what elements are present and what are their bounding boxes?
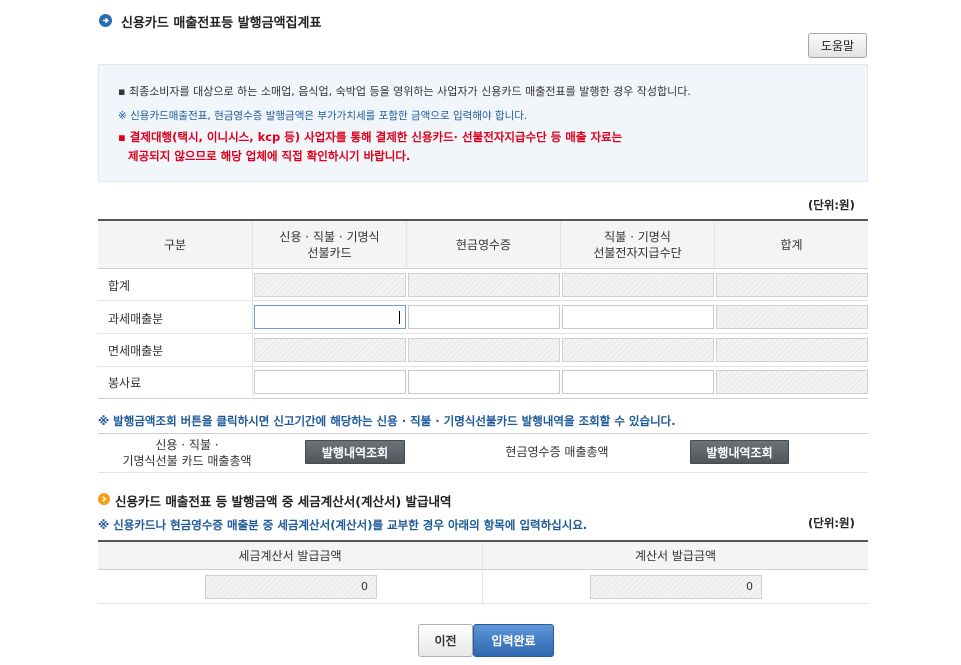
header-prepaid: 직불 · 기명식 선불전자지급수단 — [561, 221, 714, 268]
notice-line-1: ▪ 최종소비자를 대상으로 하는 소매업, 음식업, 숙박업 등을 영위하는 사… — [118, 85, 691, 98]
taxable-total-field — [716, 305, 868, 329]
row-label-service-charge: 봉사료 — [108, 376, 142, 390]
table-header-border — [98, 268, 868, 269]
header-cash-receipt: 현금영수증 — [407, 221, 560, 268]
total-credit-field — [254, 273, 406, 297]
row-divider — [98, 366, 868, 367]
lookup-top-border — [98, 433, 868, 434]
header-total-label: 합계 — [780, 237, 803, 252]
tax-invoice-amount-field: 0 — [205, 575, 377, 599]
service-credit-input[interactable] — [254, 370, 406, 394]
unit-label: (단위:원) — [808, 198, 855, 212]
tax-invoice-header-label: 세금계산서 발급금액 — [238, 548, 342, 563]
row-label-taxable: 과세매출분 — [108, 312, 164, 326]
card-lookup-button[interactable]: 발행내역조회 — [305, 440, 405, 464]
arrow-right-icon — [98, 493, 110, 505]
lookup-bottom-border — [98, 472, 868, 473]
exempt-total-field — [716, 338, 868, 362]
taxable-cash-input[interactable] — [408, 305, 560, 329]
header-credit-line1: 신용 · 직불 · 기명식 — [279, 229, 380, 244]
card-total-label: 신용 · 직불 · 기명식선불 카드 매출총액 — [98, 437, 276, 469]
service-total-field — [716, 370, 868, 394]
invoice-header-label: 계산서 발급금액 — [634, 548, 717, 563]
invoice-amount-value: 0 — [746, 580, 753, 593]
lookup-note: ※ 발행금액조회 버튼을 클릭하시면 신고기간에 해당하는 신용 · 직불 · … — [98, 414, 676, 428]
notice-line-3: ▪ 결제대행(택시, 이니시스, kcp 등) 사업자를 통해 결제한 신용카드… — [118, 130, 623, 144]
header-prepaid-line1: 직불 · 기명식 — [604, 229, 671, 244]
header-credit-card: 신용 · 직불 · 기명식 선불카드 — [253, 221, 406, 268]
row-divider — [98, 333, 868, 334]
service-prepaid-input[interactable] — [562, 370, 714, 394]
text-caret — [399, 311, 400, 324]
exempt-prepaid-field — [562, 338, 714, 362]
taxable-prepaid-input[interactable] — [562, 305, 714, 329]
header-prepaid-line2: 선불전자지급수단 — [593, 245, 682, 260]
row-label-exempt: 면세매출분 — [108, 344, 164, 358]
tax-invoice-amount-value: 0 — [361, 580, 368, 593]
header-cash-label: 현금영수증 — [455, 237, 512, 252]
notice-line-2: ※ 신용카드매출전표, 현금영수증 발행금액은 부가가치세를 포함한 금액으로 … — [118, 110, 528, 122]
notice-line-4: 제공되지 않으므로 해당 업체에 직접 확인하시기 바랍니다. — [128, 149, 411, 163]
taxable-credit-input[interactable] — [254, 305, 406, 329]
cash-total-label: 현금영수증 매출총액 — [505, 445, 609, 459]
header-credit-line2: 선불카드 — [307, 245, 352, 260]
row-divider — [98, 398, 868, 399]
card-total-label-line2: 기명식선불 카드 매출총액 — [122, 454, 252, 468]
header-total: 합계 — [715, 221, 868, 268]
section2-bottom-border — [98, 603, 868, 604]
service-cash-input[interactable] — [408, 370, 560, 394]
total-prepaid-field — [562, 273, 714, 297]
section2-note: ※ 신용카드나 현금영수증 매출분 중 세금계산서(계산서)를 교부한 경우 아… — [98, 518, 588, 532]
page-title: 신용카드 매출전표등 발행금액집계표 — [121, 16, 322, 31]
header-category-label: 구분 — [163, 237, 187, 252]
section2-title: 신용카드 매출전표 등 발행금액 중 세금계산서(계산서) 발급내역 — [115, 494, 452, 509]
invoice-amount-field: 0 — [590, 575, 762, 599]
arrow-right-icon — [99, 14, 112, 27]
card-total-label-line1: 신용 · 직불 · — [155, 438, 219, 452]
section2-header-border — [98, 569, 868, 570]
notice-box: ▪ 최종소비자를 대상으로 하는 소매업, 음식업, 숙박업 등을 영위하는 사… — [98, 64, 868, 182]
total-cash-field — [408, 273, 560, 297]
row-label-total: 합계 — [108, 279, 131, 293]
exempt-credit-field — [254, 338, 406, 362]
help-button[interactable]: 도움말 — [808, 33, 867, 58]
header-category: 구분 — [98, 221, 252, 268]
total-total-field — [716, 273, 868, 297]
section2-unit-label: (단위:원) — [808, 516, 855, 530]
cash-lookup-button[interactable]: 발행내역조회 — [690, 440, 789, 464]
submit-button[interactable]: 입력완료 — [473, 624, 554, 657]
prev-button[interactable]: 이전 — [418, 624, 473, 657]
tax-invoice-header: 세금계산서 발급금액 — [98, 542, 482, 569]
invoice-header: 계산서 발급금액 — [483, 542, 868, 569]
exempt-cash-field — [408, 338, 560, 362]
row-divider — [98, 300, 868, 301]
